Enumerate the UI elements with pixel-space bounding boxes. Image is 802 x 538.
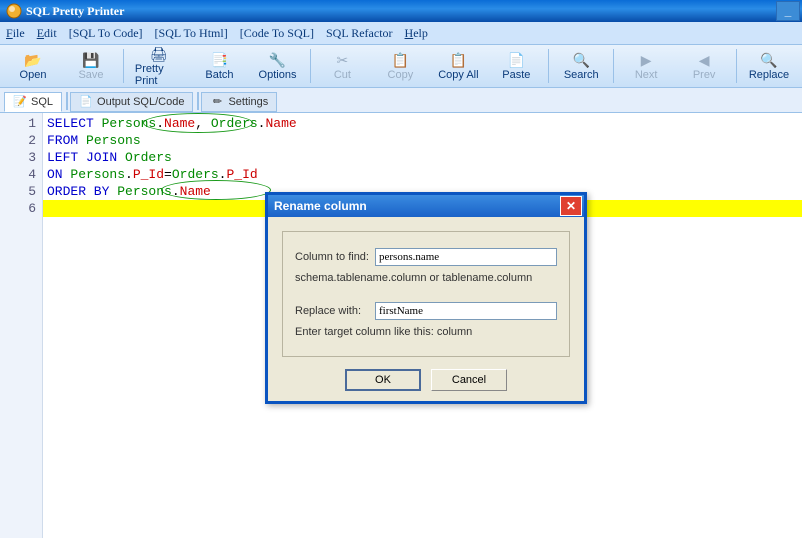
- replace-with-label: Replace with:: [295, 305, 375, 317]
- search-icon: 🔍: [572, 51, 590, 69]
- toolbar-separator: [123, 49, 124, 83]
- pretty-print-icon: 🖨: [150, 45, 168, 63]
- tabbar: 📝SQL 📄Output SQL/Code ✏Settings: [0, 88, 802, 113]
- menubar: File Edit [SQL To Code] [SQL To Html] [Code …: [0, 22, 802, 45]
- batch-icon: 📑: [211, 51, 229, 69]
- toolbar-separator: [310, 49, 311, 83]
- line-number: 4: [0, 166, 42, 183]
- toolbar-separator: [613, 49, 614, 83]
- tab-outputsqlcode[interactable]: 📄Output SQL/Code: [70, 92, 193, 112]
- toolbar-next-button: ▶Next: [618, 48, 674, 84]
- replace-hint: Enter target column like this: column: [295, 326, 557, 338]
- titlebar: SQL Pretty Printer _: [0, 0, 802, 22]
- menu-item[interactable]: File: [6, 26, 25, 41]
- copy-all-icon: 📋: [449, 51, 467, 69]
- toolbar-open-button[interactable]: 📂Open: [5, 48, 61, 84]
- window-title: SQL Pretty Printer: [26, 4, 774, 19]
- ok-button[interactable]: OK: [345, 369, 421, 391]
- code-line[interactable]: LEFT JOIN Orders: [43, 149, 802, 166]
- cut-icon: ✂: [333, 51, 351, 69]
- save-icon: 💾: [82, 51, 100, 69]
- line-number: 5: [0, 183, 42, 200]
- replace-icon: 🔍: [760, 51, 778, 69]
- menu-item[interactable]: SQL Refactor: [326, 26, 393, 41]
- toolbar-cut-button: ✂Cut: [314, 48, 370, 84]
- copy-icon: 📋: [391, 51, 409, 69]
- line-number: 6: [0, 200, 42, 217]
- toolbar-pretty-print-button[interactable]: 🖨Pretty Print: [128, 42, 190, 90]
- column-hint: schema.tablename.column or tablename.col…: [295, 272, 557, 284]
- column-to-find-label: Column to find:: [295, 251, 375, 263]
- prev-icon: ◀: [695, 51, 713, 69]
- menu-item[interactable]: [Code To SQL]: [240, 26, 314, 41]
- options-icon: 🔧: [269, 51, 287, 69]
- column-to-find-input[interactable]: [375, 248, 557, 266]
- line-number: 3: [0, 149, 42, 166]
- line-gutter: 123456: [0, 113, 43, 538]
- toolbar-batch-button[interactable]: 📑Batch: [192, 48, 248, 84]
- minimize-button[interactable]: _: [776, 1, 800, 21]
- toolbar: 📂Open💾Save🖨Pretty Print📑Batch🔧Options✂Cu…: [0, 45, 802, 88]
- toolbar-search-button[interactable]: 🔍Search: [553, 48, 609, 84]
- toolbar-replace-button[interactable]: 🔍Replace: [741, 48, 797, 84]
- toolbar-copy-button: 📋Copy: [372, 48, 428, 84]
- line-number: 2: [0, 132, 42, 149]
- toolbar-separator: [548, 49, 549, 83]
- dialog-group: Column to find: schema.tablename.column …: [282, 231, 570, 357]
- toolbar-separator: [736, 49, 737, 83]
- toolbar-options-button[interactable]: 🔧Options: [250, 48, 306, 84]
- code-line[interactable]: FROM Persons: [43, 132, 802, 149]
- dialog-titlebar: Rename column ✕: [268, 195, 584, 217]
- menu-item[interactable]: Help: [405, 26, 428, 41]
- tab-icon: 📄: [79, 95, 93, 109]
- code-line[interactable]: ON Persons.P_Id=Orders.P_Id: [43, 166, 802, 183]
- tab-icon: ✏: [210, 95, 224, 109]
- menu-item[interactable]: Edit: [37, 26, 57, 41]
- code-line[interactable]: SELECT Persons.Name, Orders.Name: [43, 115, 802, 132]
- toolbar-copy-all-button[interactable]: 📋Copy All: [430, 48, 486, 84]
- tab-icon: 📝: [13, 95, 27, 109]
- cancel-button[interactable]: Cancel: [431, 369, 507, 391]
- close-icon[interactable]: ✕: [560, 196, 582, 216]
- menu-item[interactable]: [SQL To Code]: [69, 26, 143, 41]
- tab-sql[interactable]: 📝SQL: [4, 92, 62, 112]
- tab-settings[interactable]: ✏Settings: [201, 92, 277, 112]
- toolbar-save-button: 💾Save: [63, 48, 119, 84]
- replace-with-input[interactable]: [375, 302, 557, 320]
- next-icon: ▶: [637, 51, 655, 69]
- toolbar-paste-button[interactable]: 📄Paste: [488, 48, 544, 84]
- app-icon: [6, 3, 22, 19]
- toolbar-prev-button: ◀Prev: [676, 48, 732, 84]
- open-icon: 📂: [24, 51, 42, 69]
- rename-column-dialog: Rename column ✕ Column to find: schema.t…: [265, 192, 587, 404]
- line-number: 1: [0, 115, 42, 132]
- paste-icon: 📄: [507, 51, 525, 69]
- dialog-title: Rename column: [274, 199, 560, 213]
- menu-item[interactable]: [SQL To Html]: [155, 26, 228, 41]
